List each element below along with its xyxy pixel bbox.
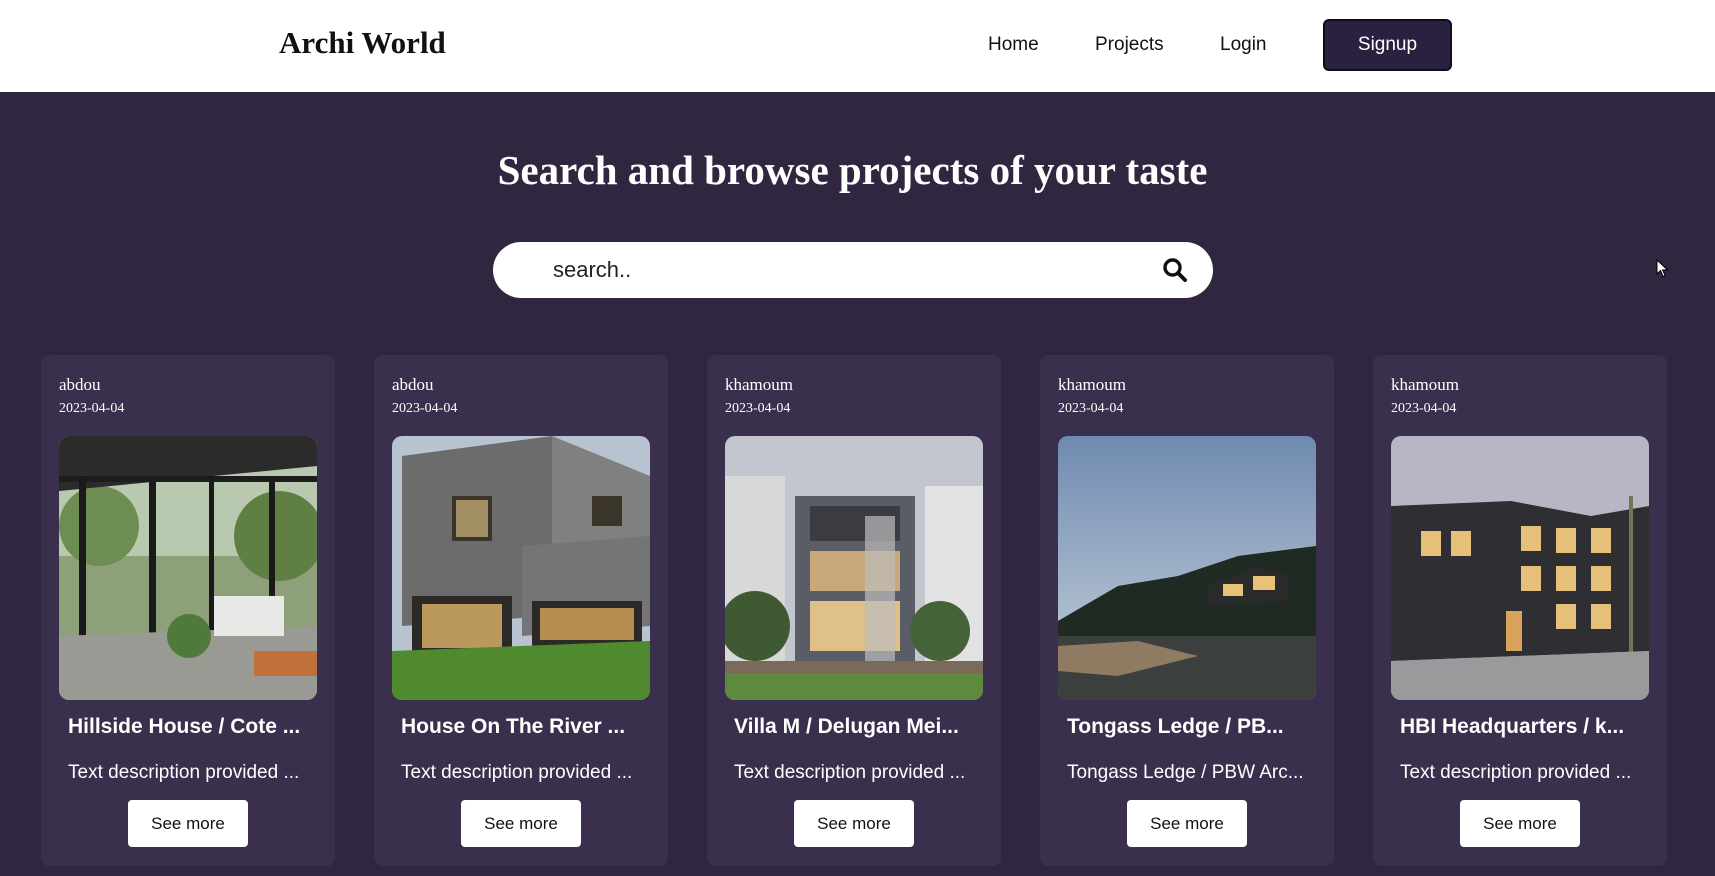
card-title[interactable]: House On The River ... <box>401 715 643 739</box>
see-more-button[interactable]: See more <box>1127 800 1247 847</box>
card-date: 2023-04-04 <box>1391 401 1457 416</box>
card-date: 2023-04-04 <box>725 401 791 416</box>
project-image <box>1391 436 1649 700</box>
search-bar <box>493 242 1213 298</box>
card-description: Tongass Ledge / PBW Arc... <box>1067 762 1304 783</box>
project-image <box>1058 436 1316 700</box>
search-icon[interactable] <box>1161 256 1189 284</box>
nav-home-link[interactable]: Home <box>988 34 1039 56</box>
project-image <box>392 436 650 700</box>
navbar: Archi World Home Projects Login Signup <box>0 0 1715 92</box>
project-card: abdou 2023-04-04 Hillside House / Cote .… <box>41 355 335 866</box>
card-date: 2023-04-04 <box>392 401 458 416</box>
card-date: 2023-04-04 <box>1058 401 1124 416</box>
project-card: khamoum 2023-04-04 Villa M / Delugan Mei… <box>707 355 1001 866</box>
see-more-button[interactable]: See more <box>794 800 914 847</box>
hero-title: Search and browse projects of your taste <box>497 147 1208 193</box>
project-card: khamoum 2023-04-04 HBI Headquarters / k.… <box>1373 355 1667 866</box>
card-description: Text description provided ... <box>401 762 633 783</box>
card-title[interactable]: HBI Headquarters / k... <box>1400 715 1642 739</box>
site-logo[interactable]: Archi World <box>279 25 446 61</box>
see-more-button[interactable]: See more <box>1460 800 1580 847</box>
nav-projects-link[interactable]: Projects <box>1095 34 1164 56</box>
card-author: abdou <box>392 375 434 394</box>
card-title[interactable]: Villa M / Delugan Mei... <box>734 715 976 739</box>
project-card: khamoum 2023-04-04 Tongass Ledge / PB...… <box>1040 355 1334 866</box>
card-description: Text description provided ... <box>68 762 300 783</box>
card-author: khamoum <box>1391 375 1459 394</box>
nav-login-link[interactable]: Login <box>1220 34 1267 56</box>
mouse-cursor-icon <box>1656 259 1669 278</box>
card-author: khamoum <box>725 375 793 394</box>
card-title[interactable]: Tongass Ledge / PB... <box>1067 715 1309 739</box>
search-input[interactable] <box>553 256 1113 284</box>
see-more-button[interactable]: See more <box>128 800 248 847</box>
card-title[interactable]: Hillside House / Cote ... <box>68 715 310 739</box>
project-card: abdou 2023-04-04 House On The River ... … <box>374 355 668 866</box>
card-author: khamoum <box>1058 375 1126 394</box>
card-description: Text description provided ... <box>1400 762 1632 783</box>
see-more-button[interactable]: See more <box>461 800 581 847</box>
card-date: 2023-04-04 <box>59 401 125 416</box>
card-author: abdou <box>59 375 101 394</box>
project-image <box>59 436 317 700</box>
project-image <box>725 436 983 700</box>
card-description: Text description provided ... <box>734 762 966 783</box>
signup-button[interactable]: Signup <box>1323 19 1452 71</box>
